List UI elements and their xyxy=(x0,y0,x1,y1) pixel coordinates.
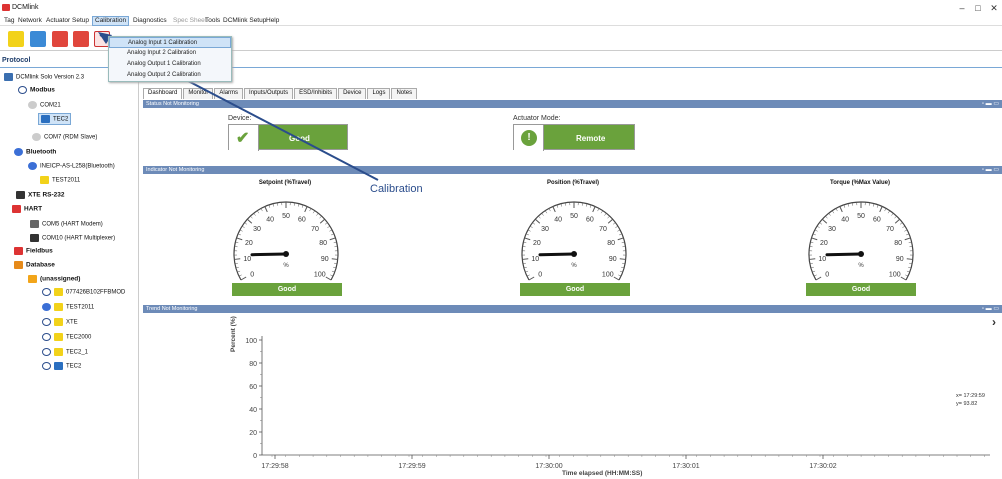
trend-x-label: Time elapsed (HH:MM:SS) xyxy=(562,470,643,477)
trend-y-tick-label: 40 xyxy=(249,407,257,414)
trend-x-tick-label: 17:30:00 xyxy=(535,463,562,470)
trend-y-tick-label: 60 xyxy=(249,384,257,391)
trend-y-tick-label: 100 xyxy=(245,338,257,345)
trend-y-label: Percent (%) xyxy=(230,316,237,352)
menu-item-analog-output-2[interactable]: Analog Output 2 Calibration xyxy=(109,70,231,81)
trend-x-tick-label: 17:29:58 xyxy=(261,463,288,470)
trend-x-tick-label: 17:30:02 xyxy=(809,463,836,470)
menu-item-analog-input-2[interactable]: Analog Input 2 Calibration xyxy=(109,48,231,59)
trend-x-tick-label: 17:30:01 xyxy=(672,463,699,470)
menu-item-analog-output-1[interactable]: Analog Output 1 Calibration xyxy=(109,59,231,70)
trend-readout: x= 17:29:59 y= 93.82 xyxy=(956,392,985,408)
readout-y: y= 93.82 xyxy=(956,401,978,407)
trend-y-tick-label: 80 xyxy=(249,361,257,368)
trend-x-tick-label: 17:29:59 xyxy=(398,463,425,470)
readout-x: x= 17:29:59 xyxy=(956,393,985,399)
trend-y-tick-label: 20 xyxy=(249,430,257,437)
trend-y-tick-label: 0 xyxy=(253,453,257,460)
trend-axes: 100 80 60 40 20 0 17:29:58 17:29:59 17:30:00 17:3… xyxy=(245,336,990,470)
menu-item-analog-input-1[interactable]: Analog Input 1 Calibration xyxy=(109,37,231,48)
calibration-dropdown: Analog Input 1 Calibration Analog Input … xyxy=(108,36,232,82)
